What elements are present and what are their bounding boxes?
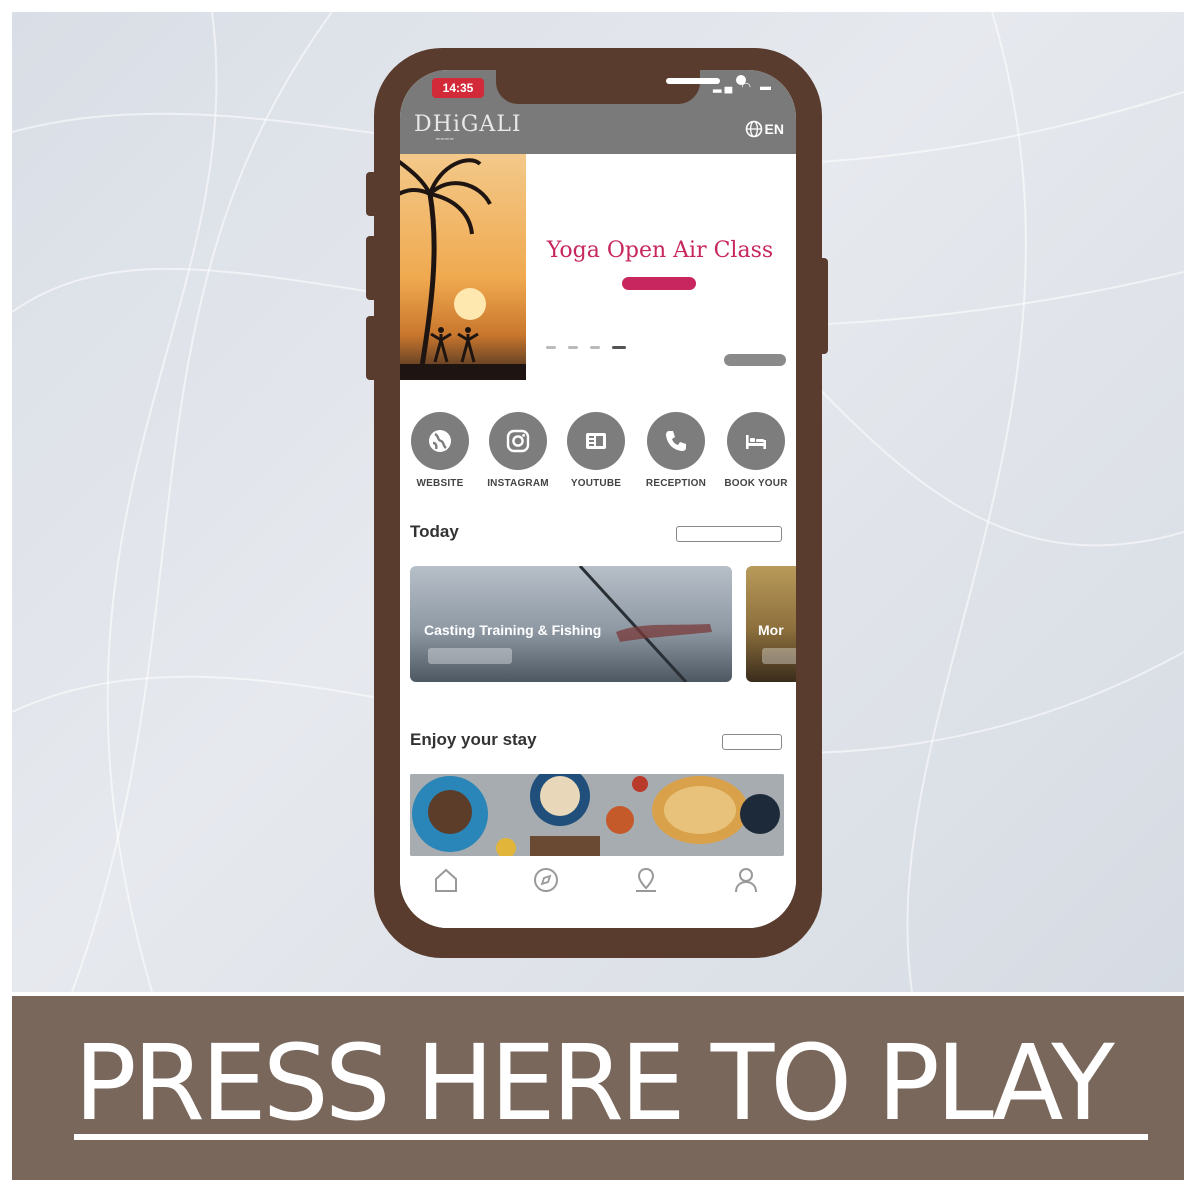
globe-icon (745, 120, 762, 138)
compass-icon (534, 868, 558, 892)
carousel-dot-active[interactable] (612, 346, 626, 349)
food-platter-image (410, 774, 784, 856)
quick-link-reception[interactable]: RECEPTION (636, 412, 716, 489)
hero-carousel[interactable]: Yoga Open Air Class (400, 154, 796, 380)
promo-frame: 14:35 ▂▄ ◠ ▬ DHiGALI ━━━━ EN Yoga Open A… (0, 0, 1190, 1191)
app-logo-subtitle: ━━━━ (436, 137, 455, 143)
profile-icon (735, 868, 757, 893)
event-card[interactable]: Casting Training & Fishing (410, 566, 732, 682)
front-camera (736, 75, 746, 85)
quick-link-circle (567, 412, 625, 470)
carousel-dot[interactable] (590, 346, 600, 349)
event-card[interactable]: Mor (746, 566, 796, 682)
tab-map[interactable] (626, 860, 666, 900)
quick-link-label: WEBSITE (416, 478, 464, 489)
bottom-tab-bar (400, 856, 796, 928)
language-code: EN (764, 121, 784, 137)
app-header: DHiGALI ━━━━ EN (400, 106, 796, 154)
app-logo[interactable]: DHiGALI (414, 112, 522, 137)
hero-yoga-image (400, 154, 526, 380)
phone-screen: 14:35 ▂▄ ◠ ▬ DHiGALI ━━━━ EN Yoga Open A… (400, 70, 796, 928)
tab-profile[interactable] (726, 860, 766, 900)
instagram-icon (506, 429, 530, 453)
quick-link-website[interactable]: WEBSITE (400, 412, 480, 489)
quick-links: WEBSITE INSTAGRAM YOUTUBE RECEPTION BOOK… (400, 412, 796, 496)
yoga-silhouette-image (400, 158, 526, 380)
quick-link-circle (647, 412, 705, 470)
enjoy-section-title: Enjoy your stay (410, 730, 537, 749)
hero-button[interactable] (622, 277, 696, 290)
quick-link-book[interactable]: BOOK YOUR (716, 412, 796, 489)
quick-link-label: INSTAGRAM (487, 478, 549, 489)
tab-explore[interactable] (526, 860, 566, 900)
quick-link-instagram[interactable]: INSTAGRAM (478, 412, 558, 489)
language-selector[interactable]: EN (745, 120, 784, 138)
quick-link-circle (411, 412, 469, 470)
today-section-title: Today (410, 522, 459, 541)
hero-title: Yoga Open Air Class (546, 238, 774, 263)
event-title: Mor (758, 622, 784, 638)
event-time (762, 648, 796, 664)
phone-notch (496, 70, 746, 104)
quick-link-label: RECEPTION (645, 478, 707, 489)
event-time (428, 648, 512, 664)
quick-link-label: YOUTUBE (570, 478, 622, 489)
quick-link-circle (727, 412, 785, 470)
upcoming-events-button[interactable] (676, 526, 782, 542)
view-all-button[interactable] (722, 734, 782, 750)
carousel-dot[interactable] (568, 346, 578, 349)
quick-link-circle (489, 412, 547, 470)
event-title: Casting Training & Fishing (424, 622, 602, 638)
see-more-button[interactable] (724, 354, 786, 366)
banner-underline (74, 1134, 1148, 1140)
home-icon (435, 868, 457, 892)
carousel-dots[interactable] (546, 346, 626, 349)
dining-image-card[interactable] (410, 774, 784, 856)
tab-home[interactable] (426, 860, 466, 900)
bed-icon (746, 435, 766, 449)
press-to-play-button[interactable]: PRESS HERE TO PLAY (74, 1018, 1154, 1148)
map-pin-icon (636, 867, 656, 892)
phone-icon (666, 431, 686, 451)
status-time: 14:35 (432, 78, 484, 98)
speaker-grille (666, 78, 720, 84)
globe-icon (429, 430, 451, 452)
youtube-icon (586, 433, 606, 449)
quick-link-youtube[interactable]: YOUTUBE (556, 412, 636, 489)
quick-link-label: BOOK YOUR (724, 478, 788, 489)
carousel-dot[interactable] (546, 346, 556, 349)
